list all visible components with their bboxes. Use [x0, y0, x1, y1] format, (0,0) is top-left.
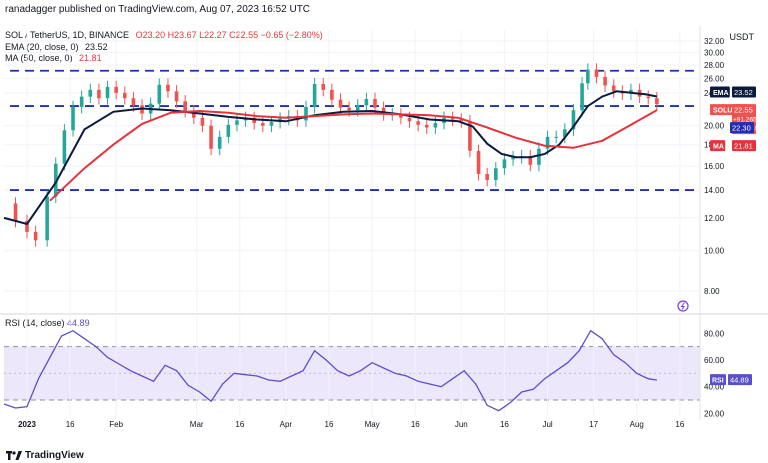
candle-body: [407, 117, 412, 122]
candle-body: [485, 174, 489, 181]
candle-body: [580, 83, 584, 111]
candle-body: [200, 117, 205, 126]
price-tick-label: 20.00: [704, 122, 725, 131]
ema20-line: [3, 90, 658, 226]
candle-body: [586, 69, 590, 84]
date-tick-label: 16: [235, 420, 244, 429]
candle-body: [355, 105, 360, 111]
price-tag-value: 21.81: [734, 142, 753, 151]
price-tick-label: 14.00: [704, 186, 725, 195]
candle-body: [157, 84, 162, 104]
date-tick-label: 16: [325, 420, 334, 429]
candle-body: [166, 84, 170, 92]
candle-body: [554, 136, 558, 138]
candle-body: [476, 150, 481, 175]
date-tick-label: Jul: [542, 420, 552, 429]
price-tick-label: 26.00: [704, 74, 725, 83]
candle-body: [62, 130, 67, 164]
date-tick-label: Apr: [280, 420, 293, 429]
candle-body: [261, 123, 265, 126]
candle-body: [312, 84, 317, 107]
date-tick-label: Aug: [630, 420, 644, 429]
candle-body: [424, 124, 429, 128]
rsi-band-area: [4, 346, 700, 401]
date-tick-label: May: [365, 420, 380, 429]
candle-body: [45, 196, 49, 241]
date-tick-label: 17: [589, 420, 598, 429]
date-tick-label: Jun: [455, 420, 468, 429]
candle-body: [269, 122, 274, 126]
tradingview-logo[interactable]: TradingView: [6, 450, 84, 461]
candle-body: [131, 98, 136, 106]
candle-body: [433, 123, 438, 128]
date-tick-label: 16: [411, 420, 420, 429]
price-tags: EMA23.52SOLUSDT22.55+91.26507:07:1022.30…: [710, 86, 759, 386]
price-tick-label: 16.00: [704, 162, 725, 171]
tradingview-logo-text: TradingView: [25, 450, 84, 461]
date-tick-label: Mar: [190, 420, 204, 429]
candle-body: [79, 96, 84, 107]
candle-body: [416, 121, 420, 125]
candle-body: [364, 98, 369, 106]
ma50-line: [49, 109, 658, 202]
date-tick-label: Feb: [109, 420, 123, 429]
price-chart[interactable]: 8.0010.0012.0014.0016.0018.0020.0024.002…: [0, 0, 768, 463]
price-tag-name: EMA: [713, 90, 729, 97]
price-tick-label: 8.00: [704, 287, 720, 296]
candle-body: [33, 231, 38, 241]
price-tag-value: 22.30: [732, 124, 751, 133]
candle-body: [646, 96, 651, 99]
candle-body: [183, 101, 187, 111]
candle-body: [13, 203, 18, 221]
price-tag-value: 22.55: [734, 106, 753, 115]
candle-body: [603, 77, 607, 86]
candle-body: [122, 92, 127, 99]
candle-body: [97, 89, 101, 99]
date-tick-label: 16: [675, 420, 684, 429]
candle-body: [655, 98, 659, 105]
price-tick-label: 28.00: [704, 61, 725, 70]
price-tick-label: 10.00: [704, 247, 725, 256]
horizontal-levels: [10, 69, 700, 191]
candle-body: [347, 107, 351, 111]
price-tick-label: 12.00: [704, 214, 725, 223]
candle-body: [71, 106, 75, 131]
candle-body: [494, 168, 498, 181]
candle-body: [304, 106, 308, 121]
rsi-tag-value: 44.89: [730, 376, 749, 385]
candle-body: [217, 136, 222, 149]
candle-body: [321, 84, 326, 90]
candle-body: [174, 91, 179, 102]
candle-body: [502, 159, 507, 169]
price-tick-label: 32.00: [704, 37, 725, 46]
candle-body: [338, 99, 343, 108]
candle-body: [611, 85, 616, 92]
candle-body: [373, 98, 377, 108]
candle-body: [114, 86, 118, 93]
tradingview-logo-icon: [6, 451, 22, 460]
date-tick-label: 2023: [18, 420, 36, 429]
candle-body: [105, 86, 110, 99]
rsi-tick-label: 20.00: [704, 409, 725, 418]
candle-body: [209, 125, 213, 149]
candle-body: [88, 89, 93, 97]
candlesticks: [13, 63, 659, 247]
price-tick-label: 30.00: [704, 49, 725, 58]
candle-body: [235, 120, 239, 125]
price-tag-value: 23.52: [734, 88, 753, 97]
moving-averages: [3, 90, 658, 226]
rsi-tick-label: 80.00: [704, 329, 725, 338]
rsi-tag-name: RSI: [712, 378, 724, 385]
candle-body: [226, 124, 231, 137]
candle-body: [537, 148, 541, 165]
candle-body: [330, 89, 334, 100]
date-tick-label: 16: [66, 420, 75, 429]
date-tick-label: 16: [500, 420, 509, 429]
candle-body: [594, 69, 599, 78]
price-tag-name: MA: [713, 144, 724, 151]
rsi-tick-label: 60.00: [704, 356, 725, 365]
